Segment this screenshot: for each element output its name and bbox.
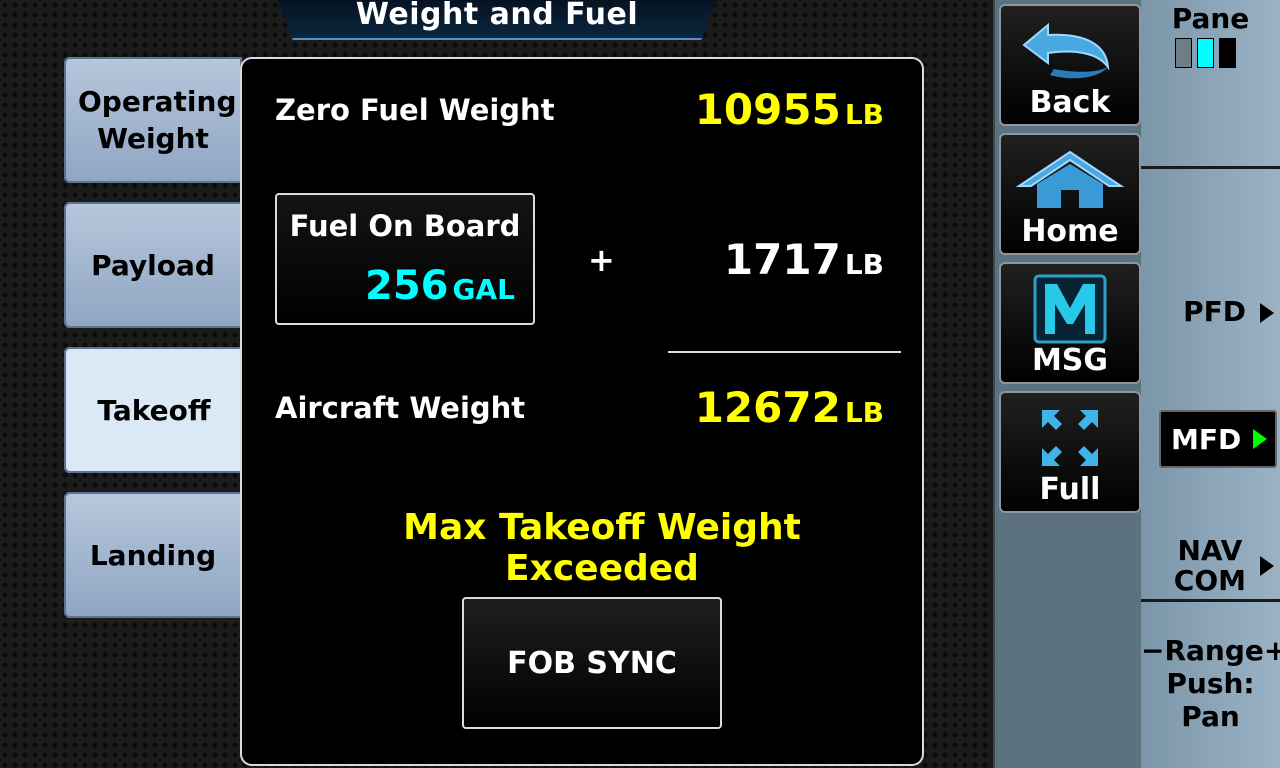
fuel-weight-value: 1717 LB xyxy=(724,235,884,284)
back-arrow-icon xyxy=(1001,16,1139,86)
nav-button-column: Back Home MSG Full xyxy=(993,0,1143,768)
tab-label: Operating Weight xyxy=(78,85,237,155)
aircraft-weight-value: 12672 LB xyxy=(695,383,884,432)
home-button[interactable]: Home xyxy=(999,133,1141,255)
softkey-strip: Pane PFD MFD NAV COM −Range+ Push: Pan xyxy=(1141,0,1280,768)
fuel-weight-unit: LB xyxy=(844,248,884,281)
pfd-label: PFD xyxy=(1183,295,1246,328)
tab-takeoff[interactable]: Takeoff xyxy=(64,347,244,473)
pane-label: Pane xyxy=(1171,2,1250,35)
nav-com-arrow-icon xyxy=(1260,556,1274,576)
back-label: Back xyxy=(1029,85,1111,120)
softkey-divider xyxy=(1141,166,1280,169)
pane-right-indicator xyxy=(1219,38,1236,68)
takeoff-panel: Zero Fuel Weight 10955 LB Fuel On Board 2… xyxy=(240,57,924,766)
mfd-arrow-icon xyxy=(1253,429,1268,449)
sum-divider xyxy=(668,351,901,353)
pane-softkey[interactable]: Pane xyxy=(1141,2,1280,35)
tab-landing[interactable]: Landing xyxy=(64,492,242,618)
max-takeoff-warning: Max Takeoff Weight Exceeded xyxy=(403,507,801,589)
fullscreen-icon xyxy=(1001,403,1139,473)
back-button[interactable]: Back xyxy=(999,4,1141,126)
page-title-tab: Weight and Fuel xyxy=(275,0,719,40)
push-label: Push: xyxy=(1166,667,1255,700)
fuel-on-board-number: 256 xyxy=(365,263,449,309)
pan-label: Pan xyxy=(1181,700,1240,733)
zero-fuel-weight-unit: LB xyxy=(844,98,884,131)
range-knob-label: −Range+ Push: Pan xyxy=(1141,634,1280,733)
full-button[interactable]: Full xyxy=(999,391,1141,513)
aircraft-weight-unit: LB xyxy=(844,396,884,429)
nav-com-softkey[interactable]: NAV COM xyxy=(1141,536,1280,596)
pane-indicator xyxy=(1175,38,1236,68)
range-label: −Range+ xyxy=(1141,634,1280,667)
fob-sync-label: FOB SYNC xyxy=(507,645,677,681)
plus-sign: + xyxy=(588,241,615,279)
tab-operating-weight[interactable]: Operating Weight xyxy=(64,57,242,183)
fuel-weight-number: 1717 xyxy=(723,235,841,284)
tab-label: Takeoff xyxy=(97,393,211,427)
page-title: Weight and Fuel xyxy=(355,0,639,32)
tab-label: Payload xyxy=(91,248,215,282)
fuel-on-board-label: Fuel On Board xyxy=(289,209,521,243)
aircraft-weight-number: 12672 xyxy=(694,383,841,432)
softkey-divider xyxy=(1141,599,1280,602)
mfd-softkey[interactable]: MFD xyxy=(1159,410,1277,468)
zero-fuel-weight-label: Zero Fuel Weight xyxy=(275,93,555,127)
nav-label: NAV xyxy=(1177,534,1243,567)
mfd-label: MFD xyxy=(1171,422,1242,456)
pfd-arrow-icon xyxy=(1260,303,1274,323)
fuel-on-board-value: 256 GAL xyxy=(365,263,515,309)
full-label: Full xyxy=(1039,472,1101,507)
fuel-on-board-button[interactable]: Fuel On Board 256 GAL xyxy=(275,193,535,325)
msg-label: MSG xyxy=(1031,343,1109,378)
home-icon xyxy=(1001,145,1139,215)
message-icon xyxy=(1001,274,1139,344)
com-label: COM xyxy=(1173,564,1246,597)
msg-button[interactable]: MSG xyxy=(999,262,1141,384)
pane-left-indicator xyxy=(1175,38,1192,68)
fob-sync-button[interactable]: FOB SYNC xyxy=(462,597,722,729)
tab-payload[interactable]: Payload xyxy=(64,202,242,328)
tab-label: Landing xyxy=(89,538,217,572)
aircraft-weight-label: Aircraft Weight xyxy=(275,391,526,425)
zero-fuel-weight-number: 10955 xyxy=(694,85,841,134)
pfd-softkey[interactable]: PFD xyxy=(1141,295,1280,328)
fuel-on-board-unit: GAL xyxy=(452,273,516,306)
pane-center-indicator xyxy=(1197,38,1214,68)
home-label: Home xyxy=(1021,214,1119,249)
zero-fuel-weight-value: 10955 LB xyxy=(695,85,884,134)
